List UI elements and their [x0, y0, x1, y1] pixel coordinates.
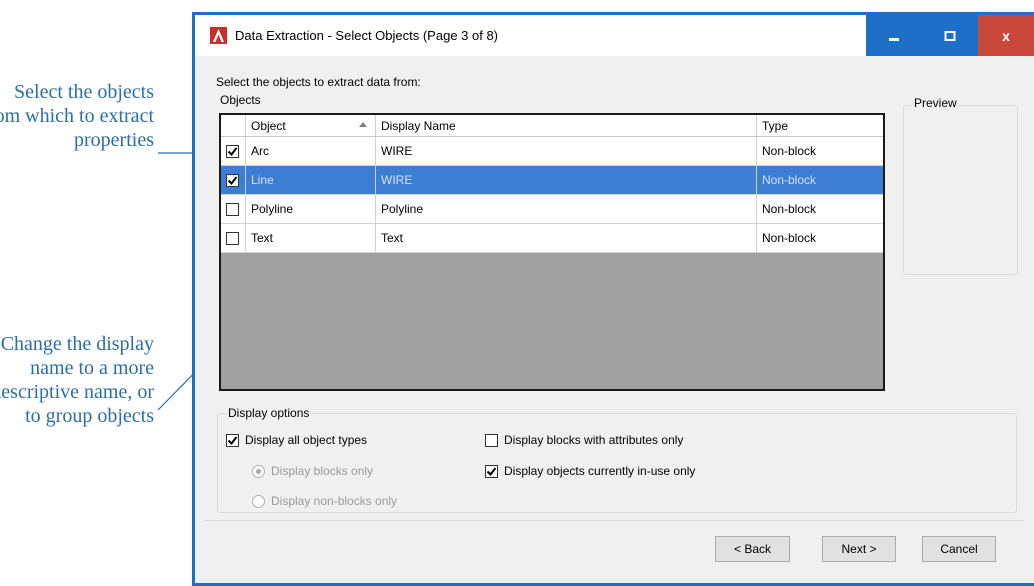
table-row[interactable]: Line WIRE Non-block	[221, 166, 883, 195]
display-blocks-only-radio[interactable]	[252, 464, 265, 478]
objects-group-label: Objects	[219, 93, 262, 107]
checkmark-icon	[227, 435, 238, 445]
column-header-display-name[interactable]: Display Name	[376, 115, 757, 136]
display-name-cell[interactable]: Text	[376, 224, 757, 252]
in-use-only-checkbox[interactable]	[485, 464, 498, 478]
blocks-with-attributes-option[interactable]: Display blocks with attributes only	[485, 433, 683, 447]
display-name-cell[interactable]: WIRE	[376, 166, 757, 194]
next-button[interactable]: Next >	[822, 536, 896, 562]
window-title: Data Extraction - Select Objects (Page 3…	[235, 28, 499, 43]
objects-grid[interactable]: Object Display Name Type Arc WIRE Non-bl…	[219, 113, 885, 391]
row-checkbox[interactable]	[226, 202, 239, 216]
minimize-icon	[889, 37, 899, 41]
data-extraction-window: Data Extraction - Select Objects (Page 3…	[192, 12, 1034, 586]
type-cell: Non-block	[762, 173, 817, 187]
type-cell: Non-block	[762, 144, 817, 158]
checkmark-icon	[227, 175, 238, 185]
column-header-type-label: Type	[762, 118, 789, 133]
type-cell: Non-block	[762, 202, 817, 216]
sort-ascending-icon	[359, 122, 367, 127]
object-cell: Polyline	[246, 195, 376, 223]
callout-select-objects: Select the objects from which to extract…	[0, 81, 154, 151]
table-row[interactable]: Text Text Non-block	[221, 224, 883, 253]
display-options-label: Display options	[227, 406, 311, 420]
type-cell: Non-block	[762, 231, 817, 245]
table-row[interactable]: Arc WIRE Non-block	[221, 137, 883, 166]
cancel-button[interactable]: Cancel	[922, 536, 996, 562]
object-cell: Line	[246, 166, 376, 194]
display-non-blocks-only-option[interactable]: Display non-blocks only	[252, 494, 397, 508]
display-blocks-only-option[interactable]: Display blocks only	[252, 464, 373, 478]
in-use-only-option[interactable]: Display objects currently in-use only	[485, 464, 695, 478]
dialog-body: Select the objects to extract data from:…	[195, 56, 1034, 583]
blocks-with-attributes-label: Display blocks with attributes only	[504, 433, 684, 447]
column-header-object-label: Object	[251, 118, 286, 133]
table-row[interactable]: Polyline Polyline Non-block	[221, 195, 883, 224]
maximize-button[interactable]	[922, 15, 978, 56]
row-checkbox-cell	[221, 224, 246, 252]
display-name-cell[interactable]: WIRE	[376, 137, 757, 165]
preview-label: Preview	[913, 96, 958, 110]
column-header-display-name-label: Display Name	[381, 118, 456, 133]
display-blocks-only-label: Display blocks only	[271, 464, 374, 478]
minimize-button[interactable]	[866, 15, 922, 56]
row-checkbox-cell	[221, 137, 246, 165]
header-checkbox-col	[221, 115, 246, 136]
back-button[interactable]: < Back	[715, 536, 790, 562]
instruction-label: Select the objects to extract data from:	[216, 75, 421, 89]
close-button[interactable]: x	[978, 15, 1034, 56]
display-all-types-checkbox[interactable]	[226, 433, 239, 447]
autocad-logo-icon	[210, 27, 227, 44]
display-all-types-option[interactable]: Display all object types	[226, 433, 367, 447]
in-use-only-label: Display objects currently in-use only	[504, 464, 696, 478]
object-cell: Arc	[246, 137, 376, 165]
row-checkbox[interactable]	[226, 144, 239, 158]
object-cell: Text	[246, 224, 376, 252]
preview-panel	[903, 105, 1018, 275]
display-name-cell[interactable]: Polyline	[376, 195, 757, 223]
blocks-with-attributes-checkbox[interactable]	[485, 433, 498, 447]
close-icon: x	[1002, 27, 1010, 44]
row-checkbox[interactable]	[226, 173, 239, 187]
column-header-type[interactable]: Type	[757, 115, 883, 136]
display-options-group: Display all object types Display blocks …	[217, 413, 1017, 513]
row-checkbox[interactable]	[226, 231, 239, 245]
display-all-types-label: Display all object types	[245, 433, 368, 447]
callout-display-name: Change the display name to a more descri…	[0, 333, 154, 427]
maximize-icon	[944, 30, 956, 41]
row-checkbox-cell	[221, 195, 246, 223]
grid-header: Object Display Name Type	[221, 115, 883, 137]
display-non-blocks-only-radio[interactable]	[252, 494, 265, 508]
footer-divider	[205, 520, 1024, 521]
title-bar[interactable]: Data Extraction - Select Objects (Page 3…	[195, 15, 1034, 56]
checkmark-icon	[486, 466, 497, 476]
radio-selected-dot	[256, 468, 261, 474]
checkmark-icon	[227, 146, 238, 156]
row-checkbox-cell	[221, 166, 246, 194]
display-non-blocks-only-label: Display non-blocks only	[271, 494, 398, 508]
column-header-object[interactable]: Object	[246, 115, 376, 136]
